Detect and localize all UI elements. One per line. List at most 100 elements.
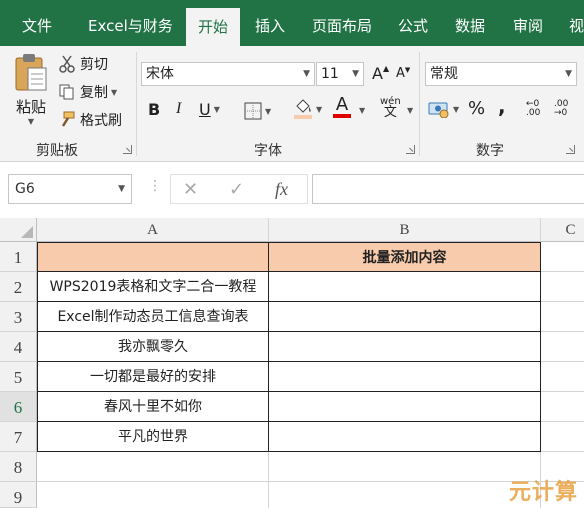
cell-c3[interactable]: [541, 302, 584, 332]
chevron-down-icon[interactable]: ▼: [359, 106, 365, 115]
cell-b4[interactable]: [269, 332, 541, 362]
row-header[interactable]: 3: [0, 302, 37, 332]
percent-style-button[interactable]: %: [468, 98, 485, 119]
row-header[interactable]: 2: [0, 272, 37, 302]
row-header[interactable]: 7: [0, 422, 37, 452]
cell-a6[interactable]: 春风十里不如你: [37, 392, 269, 422]
drag-handle-icon[interactable]: ⋮: [148, 178, 162, 194]
tab-home[interactable]: 开始: [186, 8, 240, 46]
decrease-font-size-button[interactable]: A ▼: [396, 66, 410, 82]
column-header-c[interactable]: C: [541, 218, 584, 242]
fill-color-button[interactable]: ▼: [293, 98, 322, 120]
currency-icon: [428, 102, 449, 118]
copy-label: 复制: [80, 85, 108, 101]
row-header[interactable]: 1: [0, 242, 37, 272]
row-header[interactable]: 4: [0, 332, 37, 362]
cell-a7[interactable]: 平凡的世界: [37, 422, 269, 452]
cell-c5[interactable]: [541, 362, 584, 392]
chevron-down-icon: ▼: [303, 69, 310, 79]
paste-icon: [15, 54, 47, 91]
cancel-icon[interactable]: ✕: [183, 179, 198, 200]
cell-a1[interactable]: [37, 242, 269, 272]
cell-c2[interactable]: [541, 272, 584, 302]
cell-b6[interactable]: [269, 392, 541, 422]
number-group-label: 数字: [476, 143, 504, 159]
row-header-selected[interactable]: 6: [0, 392, 37, 422]
cell-c1[interactable]: [541, 242, 584, 272]
row-header[interactable]: 5: [0, 362, 37, 392]
borders-button[interactable]: ▼: [244, 102, 271, 120]
number-format-value: 常规: [430, 66, 458, 82]
cut-label: 剪切: [80, 57, 108, 73]
font-name-select[interactable]: 宋体 ▼: [141, 62, 315, 86]
tab-data[interactable]: 数据: [455, 0, 485, 46]
formula-bar: G6 ▼ ⋮ ✕ ✓ fx: [0, 162, 584, 218]
cell-a5[interactable]: 一切都是最好的安排: [37, 362, 269, 392]
insert-function-icon[interactable]: fx: [275, 179, 288, 200]
clipboard-group-label: 剪贴板: [36, 143, 78, 159]
cell-c4[interactable]: [541, 332, 584, 362]
tab-excel-finance[interactable]: Excel与财务: [88, 0, 173, 46]
phonetic-guide-button[interactable]: wén 文: [380, 96, 401, 119]
paintbrush-icon: [61, 111, 75, 127]
tab-formulas[interactable]: 公式: [398, 0, 428, 46]
cell-b2[interactable]: [269, 272, 541, 302]
cell-b1[interactable]: 批量添加内容: [269, 242, 541, 272]
cell-b8[interactable]: [269, 452, 541, 482]
accounting-format-button[interactable]: ▼: [428, 100, 459, 118]
borders-icon: [244, 102, 262, 120]
enter-icon[interactable]: ✓: [229, 179, 244, 200]
select-all-button[interactable]: [0, 218, 37, 242]
number-format-select[interactable]: 常规 ▼: [425, 62, 577, 86]
decrease-decimal-button[interactable]: .00 →0: [554, 100, 578, 118]
cell-a2[interactable]: WPS2019表格和文字二合一教程: [37, 272, 269, 302]
cut-button[interactable]: 剪切: [58, 54, 108, 74]
increase-font-size-button[interactable]: A ▲: [372, 64, 389, 83]
formula-input[interactable]: [312, 174, 584, 204]
column-header-a[interactable]: A: [37, 218, 269, 242]
row-header[interactable]: 9: [0, 482, 37, 508]
cell-c7[interactable]: [541, 422, 584, 452]
watermark-logo: 元计算: [508, 480, 578, 505]
cell-a4[interactable]: 我亦飘零久: [37, 332, 269, 362]
chevron-down-icon: ▼: [118, 184, 125, 194]
chevron-down-icon[interactable]: ▼: [407, 106, 413, 115]
increase-decimal-button[interactable]: ←0 .00: [526, 100, 548, 118]
font-size-value: 11: [321, 66, 339, 82]
tab-view[interactable]: 视: [569, 0, 584, 46]
row-header[interactable]: 8: [0, 452, 37, 482]
underline-button[interactable]: U ▼: [199, 100, 220, 119]
italic-button[interactable]: I: [176, 100, 181, 118]
cell-b9[interactable]: [269, 482, 541, 508]
cell-a9[interactable]: [37, 482, 269, 508]
font-name-value: 宋体: [146, 66, 174, 82]
chevron-down-icon: ▼: [316, 104, 323, 114]
column-header-b[interactable]: B: [269, 218, 541, 242]
tab-file[interactable]: 文件: [22, 0, 52, 46]
paste-dropdown-icon[interactable]: ▼: [28, 117, 34, 126]
grow-font-icon: A: [372, 64, 383, 83]
bold-button[interactable]: B: [148, 100, 160, 119]
font-launcher-icon[interactable]: [406, 145, 415, 154]
number-launcher-icon[interactable]: [566, 145, 575, 154]
chevron-down-icon: ▼: [265, 106, 272, 116]
font-size-select[interactable]: 11 ▼: [316, 62, 364, 86]
cell-a8[interactable]: [37, 452, 269, 482]
paste-button[interactable]: 粘贴 ▼: [10, 52, 52, 126]
cell-b3[interactable]: [269, 302, 541, 332]
comma-style-button[interactable]: ,: [498, 94, 506, 118]
cell-b7[interactable]: [269, 422, 541, 452]
clipboard-launcher-icon[interactable]: [123, 145, 132, 154]
copy-button[interactable]: 复制 ▼: [58, 82, 117, 102]
cell-a3[interactable]: Excel制作动态员工信息查询表: [37, 302, 269, 332]
tab-page-layout[interactable]: 页面布局: [312, 0, 372, 46]
tab-review[interactable]: 审阅: [513, 0, 543, 46]
name-box[interactable]: G6 ▼: [8, 174, 132, 204]
font-color-swatch: [333, 114, 351, 118]
tab-insert[interactable]: 插入: [255, 0, 285, 46]
format-painter-button[interactable]: 格式刷: [58, 110, 122, 130]
cell-b5[interactable]: [269, 362, 541, 392]
copy-dropdown-icon[interactable]: ▼: [111, 88, 117, 97]
font-color-button[interactable]: A: [333, 96, 351, 118]
cell-c6[interactable]: [541, 392, 584, 422]
